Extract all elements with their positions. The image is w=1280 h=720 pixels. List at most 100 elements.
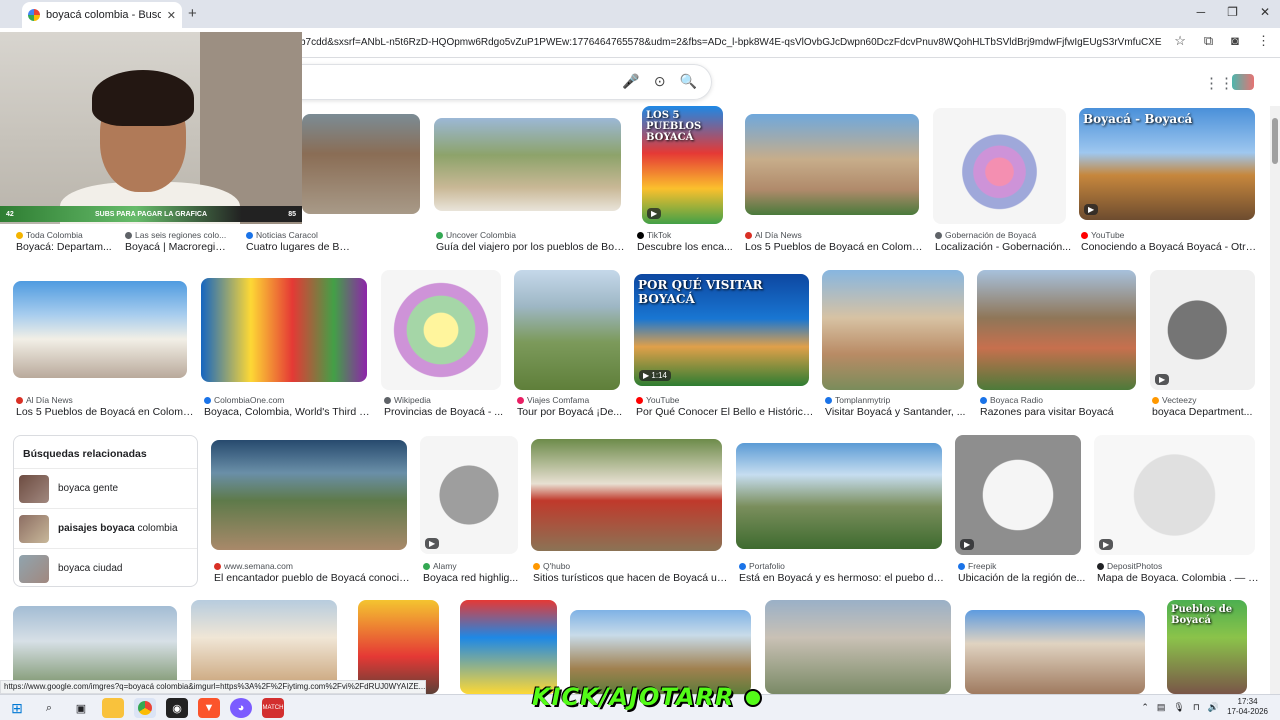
result-caption[interactable]: Ubicación de la región de... [958, 572, 1088, 584]
result-source[interactable]: Al Día News [16, 395, 194, 405]
clock[interactable]: 17:34 17-04-2026 [1227, 697, 1268, 717]
result-source[interactable]: Las seis regiones colo... [125, 230, 229, 240]
related-item[interactable]: boyaca gente [14, 468, 197, 508]
result-caption[interactable]: Mapa de Boyaca. Colombia . — F... [1097, 572, 1262, 584]
task-view-icon[interactable]: ▣ [70, 698, 92, 718]
page-scrollbar[interactable] [1270, 106, 1280, 694]
result-caption[interactable]: Localización - Gobernación... [935, 241, 1072, 253]
result-thumbnail[interactable]: ▶ [1150, 270, 1255, 390]
result-source[interactable]: Wikipedia [384, 395, 508, 405]
result-caption[interactable]: Sitios turísticos que hacen de Boyacá un… [533, 572, 728, 584]
result-caption[interactable]: Los 5 Pueblos de Boyacá en Colomb... [16, 406, 194, 418]
match-app-icon[interactable]: MATCH [262, 698, 284, 718]
result-thumbnail[interactable] [531, 439, 722, 551]
minimize-icon[interactable]: ─ [1197, 5, 1206, 19]
related-item[interactable]: boyaca ciudad [14, 548, 197, 588]
result-source[interactable]: Noticias Caracol [246, 230, 350, 240]
account-avatar[interactable] [1232, 74, 1254, 90]
close-tab-icon[interactable]: ✕ [167, 9, 176, 22]
result-source[interactable]: www.semana.com [214, 561, 414, 571]
result-thumbnail[interactable] [514, 270, 620, 390]
windows-start-icon[interactable]: ⊞ [6, 698, 28, 718]
result-source[interactable]: ColombiaOne.com [204, 395, 374, 405]
result-caption[interactable]: Conociendo a Boyacá Boyacá - Otra ... [1081, 241, 1261, 253]
result-thumbnail[interactable]: Pueblos de Boyacá [1167, 600, 1247, 694]
related-item[interactable]: paisajes boyaca colombia [14, 508, 197, 548]
result-caption[interactable]: Por Qué Conocer El Bello e Histórico ... [636, 406, 815, 418]
mic-icon[interactable]: 🎙 [1173, 702, 1184, 713]
result-source[interactable]: Viajes Comfama [517, 395, 627, 405]
result-source[interactable]: Portafolio [739, 561, 949, 571]
search-icon[interactable]: 🔍 [680, 73, 697, 90]
result-source[interactable]: Toda Colombia [16, 230, 138, 240]
extensions-icon[interactable]: ⧉ [1204, 33, 1213, 49]
result-caption[interactable]: Boyacá | Macroregio... [125, 241, 229, 253]
result-source[interactable]: Al Día News [745, 230, 923, 240]
result-thumbnail[interactable] [201, 278, 367, 382]
result-thumbnail[interactable] [13, 281, 187, 378]
volume-icon[interactable]: 🔊 [1208, 702, 1219, 713]
result-source[interactable]: Uncover Colombia [436, 230, 627, 240]
mic-icon[interactable]: 🎤 [622, 73, 639, 90]
result-source[interactable]: DepositPhotos [1097, 561, 1262, 571]
image-result-thumb[interactable] [965, 610, 1145, 694]
result-caption[interactable]: Visitar Boyacá y Santander, ... [825, 406, 971, 418]
result-thumbnail[interactable] [977, 270, 1136, 390]
result-caption[interactable]: Boyaca, Colombia, World's Third M... [204, 406, 374, 418]
result-caption[interactable]: Descubre los enca... [637, 241, 741, 253]
result-caption[interactable]: Guía del viajero por los pueblos de Boy.… [436, 241, 627, 253]
result-thumbnail[interactable]: ▶ [420, 436, 518, 554]
result-source[interactable]: Alamy [423, 561, 525, 571]
result-source[interactable]: YouTube [636, 395, 815, 405]
result-source[interactable]: Boyaca Radio [980, 395, 1143, 405]
result-thumbnail[interactable] [434, 118, 621, 211]
result-source[interactable]: YouTube [1081, 230, 1261, 240]
result-thumbnail[interactable]: POR QUÉ VISITAR BOYACÁ ▶ 1:14 [634, 274, 809, 386]
result-thumbnail[interactable]: ▶ [1094, 435, 1255, 555]
chrome-icon[interactable] [134, 698, 156, 718]
result-caption[interactable]: Boyacá: Departam... [16, 241, 138, 253]
tray-app-icon[interactable]: ▤ [1157, 702, 1166, 713]
brave-icon[interactable]: ▼ [198, 698, 220, 718]
result-caption[interactable]: Cuatro lugares de Boyacá que debe v... [246, 241, 350, 253]
bookmark-star-icon[interactable]: ☆ [1174, 33, 1186, 49]
tray-chevron-icon[interactable]: ⌃ [1141, 702, 1149, 713]
result-caption[interactable]: boyaca Department... [1152, 406, 1261, 418]
result-source[interactable]: Vecteezy [1152, 395, 1261, 405]
result-thumbnail[interactable]: LOS 5 PUEBLOS BOYACÁ ▶ [642, 106, 723, 224]
profile-icon[interactable]: ◙ [1231, 33, 1239, 49]
result-thumbnail[interactable] [302, 114, 420, 214]
new-tab-button[interactable]: + [188, 5, 197, 22]
file-explorer-icon[interactable] [102, 698, 124, 718]
result-thumbnail[interactable] [745, 114, 919, 215]
result-source[interactable]: Tomplanmytrip [825, 395, 971, 405]
result-thumbnail[interactable]: ▶ [955, 435, 1081, 555]
maximize-icon[interactable]: ❐ [1227, 5, 1238, 19]
result-caption[interactable]: Boyaca red highlig... [423, 572, 527, 584]
result-caption[interactable]: Razones para visitar Boyacá [980, 406, 1143, 418]
image-result-thumb[interactable] [765, 600, 951, 694]
search-icon[interactable]: ⌕ [38, 698, 60, 718]
result-caption[interactable]: El encantador pueblo de Boyacá conocido.… [214, 572, 414, 584]
close-window-icon[interactable]: ✕ [1260, 5, 1270, 19]
scrollbar-thumb[interactable] [1272, 118, 1278, 164]
result-caption[interactable]: Provincias de Boyacá - ... [384, 406, 508, 418]
result-thumbnail[interactable] [822, 270, 964, 390]
result-thumbnail[interactable] [211, 440, 407, 550]
result-thumbnail[interactable] [933, 108, 1066, 224]
image-result-thumb[interactable] [460, 600, 557, 694]
result-source[interactable]: TikTok [637, 230, 722, 240]
image-result-thumb[interactable] [570, 610, 751, 694]
browser-tab[interactable]: boyacá colombia - Buscar con Google ✕ [22, 2, 182, 28]
url-field[interactable]: b7cdd&sxsrf=ANbL-n5t6RzD-HQOpmw6Rdgo5vZu… [300, 33, 1162, 53]
result-caption[interactable]: Está en Boyacá y es hermoso: el puebo do… [739, 572, 949, 584]
search-input[interactable]: 🎤 ⊙ 🔍 [300, 64, 712, 100]
menu-icon[interactable]: ⋮ [1257, 33, 1270, 49]
result-source[interactable]: Q'hubo [533, 561, 728, 571]
lens-icon[interactable]: ⊙ [654, 73, 666, 90]
result-source[interactable]: Gobernación de Boyacá [935, 230, 1072, 240]
result-caption[interactable]: Tour por Boyacá ¡De... [517, 406, 627, 418]
result-thumbnail[interactable] [381, 270, 501, 390]
result-caption[interactable]: Los 5 Pueblos de Boyacá en Colombi... [745, 241, 923, 253]
result-thumbnail[interactable] [736, 443, 942, 549]
